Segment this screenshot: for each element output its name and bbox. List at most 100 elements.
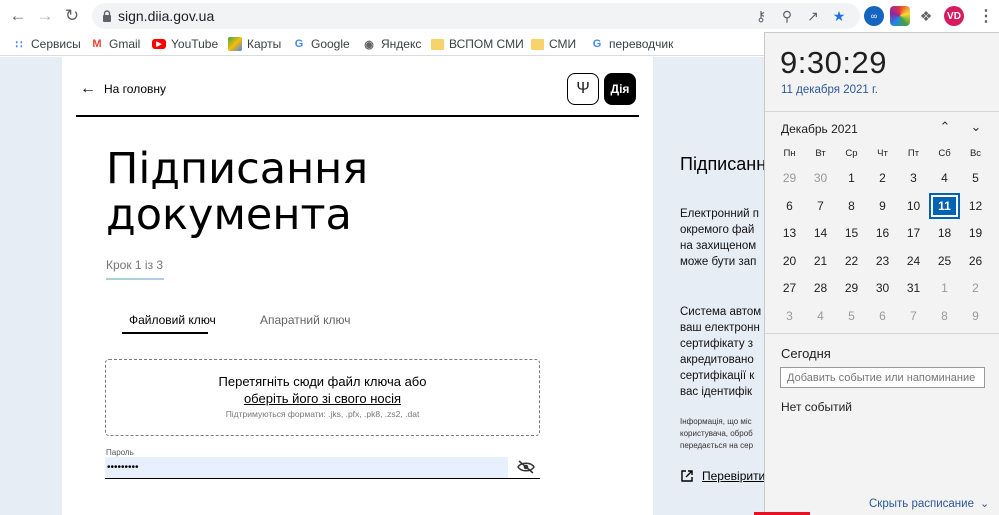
calendar-day[interactable]: 3 bbox=[898, 165, 929, 191]
verify-link[interactable]: Перевірити bbox=[680, 469, 765, 483]
share-icon[interactable]: ↗ bbox=[804, 7, 822, 25]
calendar-day[interactable]: 14 bbox=[805, 220, 836, 246]
tab-file-key[interactable]: Файловий ключ bbox=[129, 313, 216, 327]
bookmark-label: СМИ bbox=[549, 37, 577, 51]
eye-off-icon[interactable] bbox=[517, 460, 535, 474]
calendar-day[interactable]: 2 bbox=[960, 275, 991, 301]
calendar-day[interactable]: 30 bbox=[867, 275, 898, 301]
page-title-line2: документа bbox=[106, 190, 352, 240]
calendar-day[interactable]: 18 bbox=[929, 220, 960, 246]
back-to-home-link[interactable]: ← На головну bbox=[80, 81, 166, 97]
url-text[interactable]: sign.diia.gov.ua bbox=[118, 8, 214, 24]
calendar-day[interactable]: 17 bbox=[898, 220, 929, 246]
extension-infinity-icon[interactable]: ∞ bbox=[864, 6, 884, 26]
chevron-down-icon[interactable]: ⌄ bbox=[967, 119, 985, 135]
calendar-day[interactable]: 9 bbox=[867, 193, 898, 219]
page-title: Підписання документа bbox=[106, 146, 526, 238]
tab-hardware-key[interactable]: Апаратний ключ bbox=[260, 313, 351, 327]
bookmark-services[interactable]: ∷ Сервисы bbox=[12, 36, 81, 52]
hide-schedule-link[interactable]: Скрыть расписание ⌄ bbox=[869, 497, 989, 511]
full-date-link[interactable]: 11 декабря 2021 г. bbox=[781, 84, 878, 96]
bookmark-star-icon[interactable]: ★ bbox=[830, 7, 848, 25]
calendar-day[interactable]: 4 bbox=[805, 303, 836, 329]
calendar-day[interactable]: 9 bbox=[960, 303, 991, 329]
bookmark-maps[interactable]: Карты bbox=[228, 36, 281, 52]
bookmark-label: Google bbox=[311, 37, 350, 51]
calendar-day[interactable]: 8 bbox=[929, 303, 960, 329]
lock-icon[interactable] bbox=[100, 9, 114, 23]
calendar-day[interactable]: 29 bbox=[836, 275, 867, 301]
chevron-up-icon[interactable]: ⌃ bbox=[936, 119, 954, 135]
calendar-day[interactable]: 26 bbox=[960, 248, 991, 274]
choose-file-link[interactable]: оберіть його зі свого носія bbox=[106, 391, 539, 406]
key-file-dropzone[interactable]: Перетягніть сюди файл ключа або оберіть … bbox=[105, 359, 540, 436]
calendar-day[interactable]: 1 bbox=[929, 275, 960, 301]
calendar-day[interactable]: 8 bbox=[836, 193, 867, 219]
choose-file-link-text[interactable]: оберіть його зі свого носія bbox=[244, 391, 401, 406]
add-event-input[interactable] bbox=[780, 367, 985, 388]
step-indicator: Крок 1 із 3 bbox=[106, 258, 164, 272]
calendar-day[interactable]: 19 bbox=[960, 220, 991, 246]
calendar-day[interactable]: 27 bbox=[774, 275, 805, 301]
extension-color-icon[interactable] bbox=[890, 6, 910, 26]
password-field[interactable] bbox=[105, 457, 508, 478]
calendar-day[interactable]: 12 bbox=[960, 193, 991, 219]
bookmark-google[interactable]: G Google bbox=[292, 36, 350, 52]
google-icon: G bbox=[294, 38, 304, 50]
calendar-day[interactable]: 21 bbox=[805, 248, 836, 274]
folder-icon bbox=[431, 38, 444, 50]
calendar-day[interactable]: 23 bbox=[867, 248, 898, 274]
calendar-month-label[interactable]: Декабрь 2021 bbox=[781, 122, 858, 136]
password-label: Пароль bbox=[106, 448, 134, 457]
address-bar[interactable]: sign.diia.gov.ua ⚷ ⚲ ↗ ★ bbox=[92, 3, 860, 29]
header-divider bbox=[76, 115, 639, 117]
calendar-day[interactable]: 6 bbox=[774, 193, 805, 219]
calendar-day[interactable]: 10 bbox=[898, 193, 929, 219]
bookmark-translator[interactable]: G переводчик bbox=[590, 36, 674, 52]
calendar-day[interactable]: 28 bbox=[805, 275, 836, 301]
back-arrow-icon[interactable]: ← bbox=[7, 5, 29, 27]
calendar-day[interactable]: 4 bbox=[929, 165, 960, 191]
bookmark-yandex[interactable]: ◉ Яндекс bbox=[362, 36, 421, 52]
calendar-day[interactable]: 24 bbox=[898, 248, 929, 274]
bookmark-folder-vspom[interactable]: ВСПОМ СМИ bbox=[431, 36, 524, 52]
bookmark-gmail[interactable]: M Gmail bbox=[90, 36, 140, 52]
calendar-day[interactable]: 7 bbox=[805, 193, 836, 219]
hide-schedule-label[interactable]: Скрыть расписание bbox=[869, 498, 974, 510]
zoom-icon[interactable]: ⚲ bbox=[778, 7, 796, 25]
menu-kebab-icon[interactable]: ⋮ bbox=[978, 6, 994, 26]
calendar-day[interactable]: 15 bbox=[836, 220, 867, 246]
calendar-day[interactable]: 11 bbox=[929, 192, 960, 219]
calendar-day[interactable]: 7 bbox=[898, 303, 929, 329]
weekday-label: Ср bbox=[845, 148, 858, 159]
calendar-day[interactable]: 16 bbox=[867, 220, 898, 246]
calendar-day[interactable]: 6 bbox=[867, 303, 898, 329]
calendar-day[interactable]: 31 bbox=[898, 275, 929, 301]
calendar-day[interactable]: 30 bbox=[805, 165, 836, 191]
diia-logo[interactable]: Дія bbox=[604, 73, 636, 105]
calendar-day[interactable]: 20 bbox=[774, 248, 805, 274]
bookmark-folder-smi[interactable]: СМИ bbox=[531, 36, 576, 52]
signing-panel bbox=[62, 57, 653, 515]
extensions-puzzle-icon[interactable]: ❖ bbox=[916, 6, 936, 26]
calendar-day[interactable]: 25 bbox=[929, 248, 960, 274]
profile-avatar[interactable]: VD bbox=[944, 6, 964, 26]
calendar-day[interactable]: 29 bbox=[774, 165, 805, 191]
forward-arrow-icon[interactable]: → bbox=[34, 5, 56, 27]
dropzone-instruction: Перетягніть сюди файл ключа або bbox=[218, 374, 427, 389]
calendar-day[interactable]: 22 bbox=[836, 248, 867, 274]
calendar-day[interactable]: 5 bbox=[836, 303, 867, 329]
side-title: Підписанн bbox=[680, 154, 767, 174]
key-icon[interactable]: ⚷ bbox=[752, 7, 770, 25]
calendar-day[interactable]: 13 bbox=[774, 220, 805, 246]
bookmark-youtube[interactable]: ▶ YouTube bbox=[152, 36, 218, 52]
verify-link-text[interactable]: Перевірити bbox=[702, 469, 765, 483]
folder-icon bbox=[531, 38, 544, 50]
calendar-day[interactable]: 5 bbox=[960, 165, 991, 191]
calendar-day[interactable]: 3 bbox=[774, 303, 805, 329]
calendar-day[interactable]: 2 bbox=[867, 165, 898, 191]
reload-icon[interactable]: ↻ bbox=[61, 5, 83, 27]
weekday-label: Вс bbox=[969, 148, 982, 159]
page-title-line1: Підписання bbox=[106, 144, 369, 194]
calendar-day[interactable]: 1 bbox=[836, 165, 867, 191]
